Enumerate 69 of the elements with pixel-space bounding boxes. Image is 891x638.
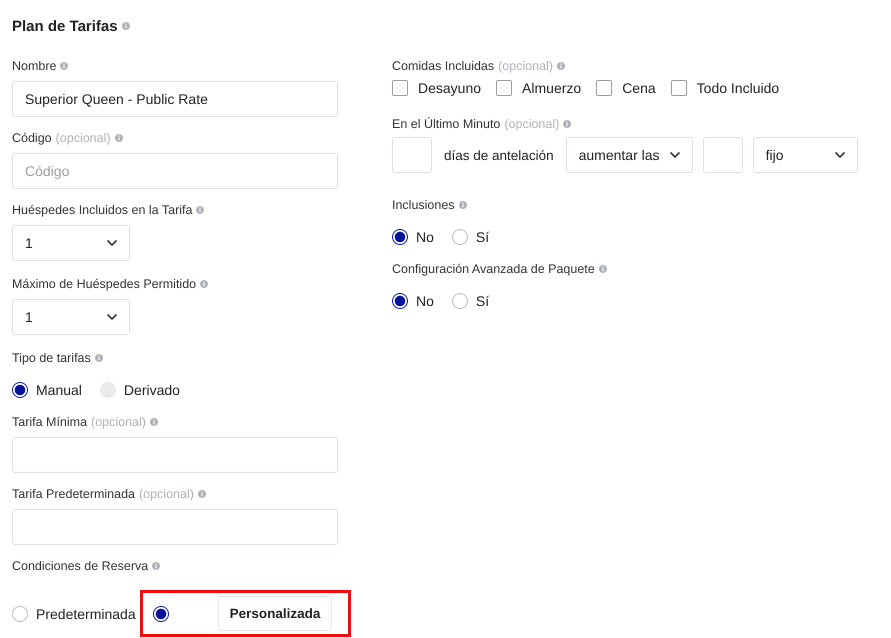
text-field[interactable]: Superior Queen - Public Rate: [12, 81, 338, 117]
radio-label: Sí: [476, 229, 490, 245]
radio-label: No: [416, 229, 434, 245]
text-field[interactable]: [12, 437, 338, 473]
info-icon: [458, 201, 467, 209]
field-label: Comidas Incluidas: [392, 59, 494, 73]
radio-label: Sí: [476, 293, 490, 309]
radio-label: No: [416, 293, 434, 309]
chevron-down-icon: [668, 151, 681, 159]
info-icon: [563, 120, 572, 128]
radio-label: Derivado: [124, 382, 180, 398]
number-field[interactable]: [702, 137, 743, 173]
field-label: Nombre: [12, 59, 56, 73]
select-dropdown[interactable]: aumentar las: [566, 137, 693, 173]
field-label: Configuración Avanzada de Paquete: [392, 262, 595, 276]
radio-button[interactable]: [392, 293, 408, 309]
text-field[interactable]: Código: [12, 153, 338, 189]
field-label: Tarifa Mínima: [12, 415, 88, 429]
optional-note: (opcional): [91, 415, 146, 429]
field-label: Tarifa Predeterminada: [12, 487, 135, 501]
field-text: días de antelación: [443, 148, 555, 162]
checkbox[interactable]: [392, 80, 408, 96]
checkbox[interactable]: [596, 80, 612, 96]
radio-button[interactable]: [12, 382, 28, 398]
chevron-down-icon: [106, 313, 118, 321]
field-label: Máximo de Huéspedes Permitido: [12, 277, 196, 291]
radio-button[interactable]: [152, 606, 169, 622]
number-field[interactable]: [392, 137, 432, 173]
radio-button[interactable]: [452, 293, 468, 309]
checkbox[interactable]: [670, 80, 687, 96]
field-label: En el Último Minuto: [392, 117, 500, 131]
optional-note: (opcional): [138, 487, 194, 501]
info-icon: [598, 265, 607, 273]
checkbox-label: Almuerzo: [522, 80, 582, 96]
info-icon: [114, 134, 123, 142]
checkbox[interactable]: [496, 80, 512, 96]
select-dropdown[interactable]: 1: [12, 299, 130, 335]
chevron-down-icon: [106, 239, 118, 247]
radio-button[interactable]: [392, 229, 408, 245]
info-icon: [152, 562, 160, 570]
info-icon: [200, 280, 208, 288]
radio-button[interactable]: [12, 606, 28, 622]
text-field[interactable]: [12, 509, 338, 545]
info-icon: [557, 62, 566, 70]
optional-note: (opcional): [504, 117, 560, 131]
info-icon: [150, 418, 158, 426]
radio-label: Personalizada: [218, 596, 332, 631]
radio-button[interactable]: [452, 229, 468, 245]
optional-note: (opcional): [56, 131, 111, 145]
info-icon: [122, 22, 130, 30]
info-icon: [94, 354, 103, 362]
optional-note: (opcional): [498, 59, 554, 73]
radio-label: Manual: [36, 382, 82, 398]
info-icon: [196, 206, 204, 214]
select-dropdown[interactable]: fijo: [752, 137, 858, 173]
field-label: Código: [12, 131, 52, 145]
page-title: Plan de Tarifas: [12, 18, 118, 34]
field-label: Inclusiones: [392, 198, 455, 212]
info-icon: [198, 490, 206, 498]
checkbox-label: Desayuno: [418, 80, 482, 96]
chevron-down-icon: [834, 151, 846, 159]
field-label: Huéspedes Incluidos en la Tarifa: [12, 203, 192, 217]
field-label: Condiciones de Reserva: [12, 559, 148, 573]
checkbox-label: Todo Incluido: [696, 80, 780, 96]
select-dropdown[interactable]: 1: [12, 225, 130, 261]
field-label: Tipo de tarifas: [12, 351, 91, 365]
checkbox-label: Cena: [622, 80, 656, 96]
info-icon: [60, 62, 68, 70]
radio-label: Predeterminada: [36, 606, 136, 622]
